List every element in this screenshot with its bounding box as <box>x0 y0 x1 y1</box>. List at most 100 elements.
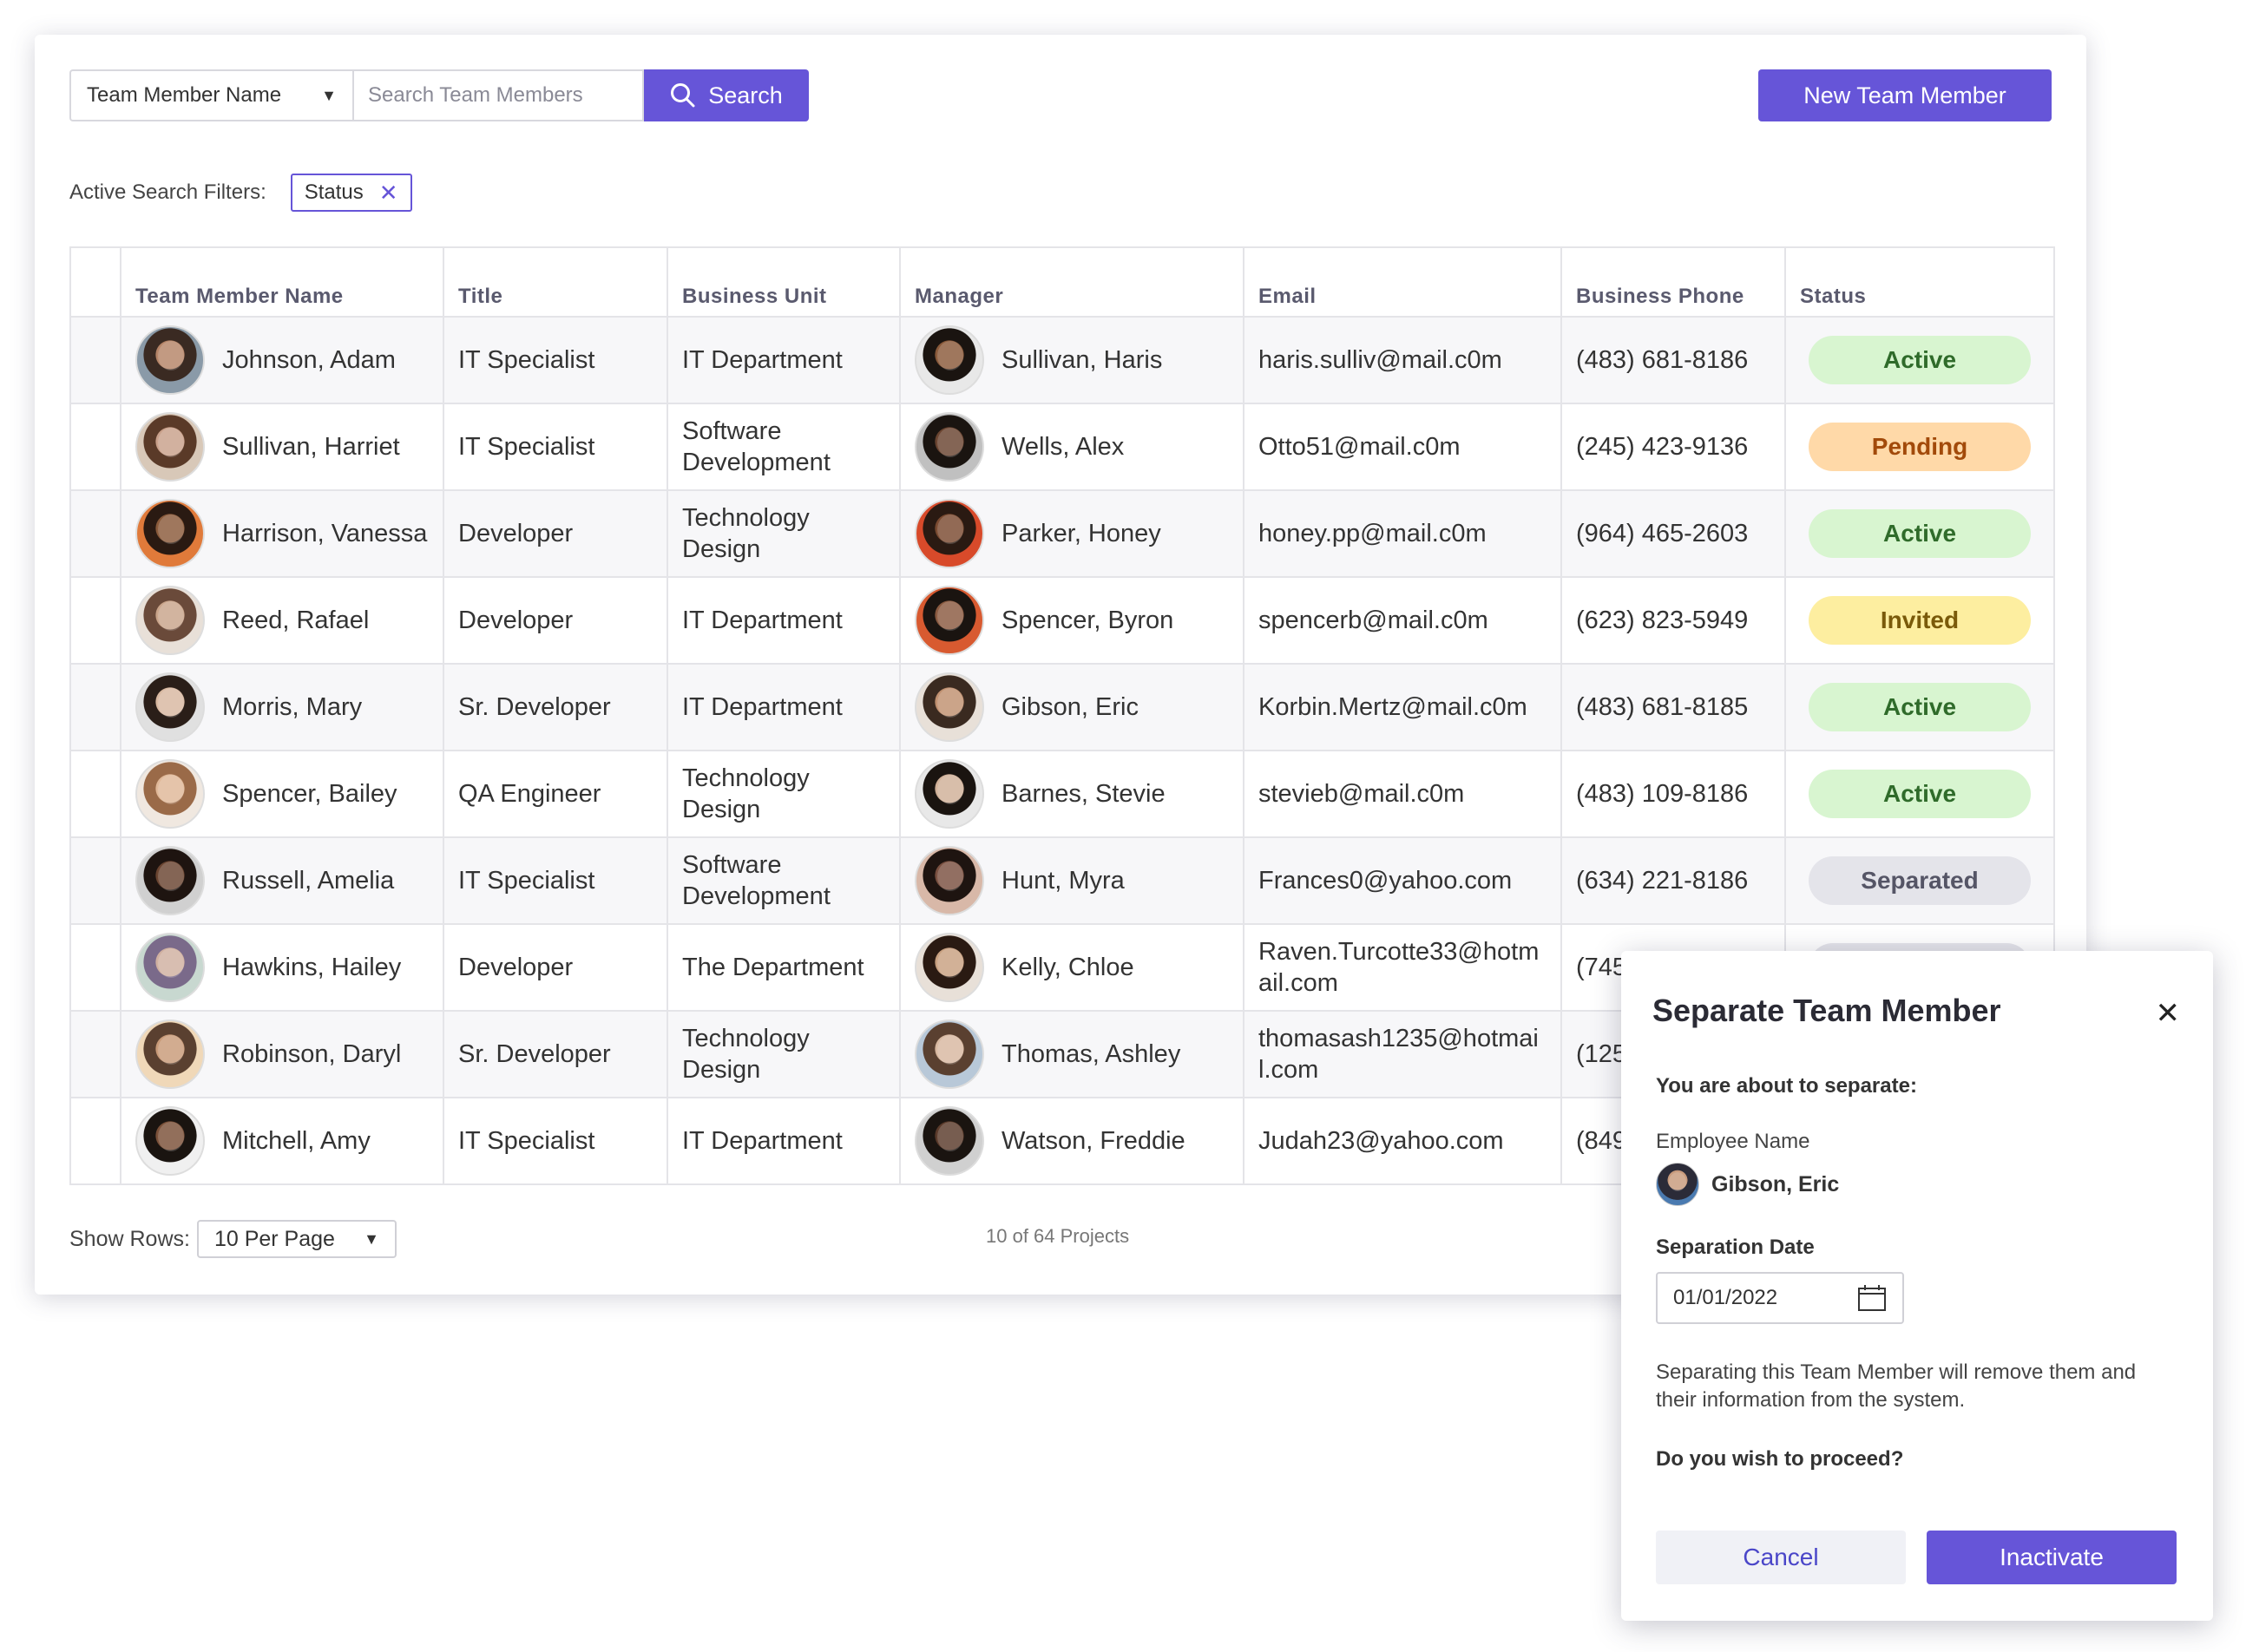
title-cell: Developer <box>443 489 668 578</box>
row-select-cell[interactable] <box>69 403 121 491</box>
member-name[interactable]: Spencer, Bailey <box>222 778 397 810</box>
phone-cell: (245) 423-9136 <box>1560 403 1786 491</box>
avatar <box>915 499 984 568</box>
phone-cell: (964) 465-2603 <box>1560 489 1786 578</box>
title-cell: Developer <box>443 923 668 1012</box>
row-select-cell[interactable] <box>69 1010 121 1098</box>
separation-date-field[interactable]: 01/01/2022 <box>1656 1272 1904 1324</box>
email-cell: honey.pp@mail.c0m <box>1243 489 1562 578</box>
manager-name: Gibson, Eric <box>1002 693 1139 721</box>
separate-team-member-dialog: Separate Team Member ✕ You are about to … <box>1621 951 2213 1621</box>
dialog-subtitle: You are about to separate: <box>1656 1074 1917 1098</box>
new-team-member-button[interactable]: New Team Member <box>1758 69 2052 121</box>
show-rows-label: Show Rows: <box>69 1226 190 1251</box>
filter-chip-status[interactable]: Status ✕ <box>290 174 412 212</box>
row-select-cell[interactable] <box>69 663 121 751</box>
filter-chip-label: Status <box>304 180 364 204</box>
title-cell: QA Engineer <box>443 750 668 838</box>
member-name[interactable]: Morris, Mary <box>222 692 362 723</box>
row-select-cell[interactable] <box>69 923 121 1012</box>
separation-date-value: 01/01/2022 <box>1673 1286 1778 1309</box>
member-cell: Russell, Amelia <box>120 836 444 925</box>
member-cell: Mitchell, Amy <box>120 1097 444 1185</box>
cancel-button[interactable]: Cancel <box>1656 1531 1906 1584</box>
table-row[interactable]: Sullivan, Harriet IT Specialist Software D… <box>69 403 2055 491</box>
email-cell: Judah23@yahoo.com <box>1243 1097 1562 1185</box>
manager-name: Thomas, Ashley <box>1002 1040 1181 1068</box>
member-name[interactable]: Russell, Amelia <box>222 865 394 896</box>
search-button[interactable]: Search <box>644 69 809 121</box>
manager-cell: Sullivan, Haris <box>899 316 1244 404</box>
column-header-manager[interactable]: Manager <box>899 246 1244 318</box>
avatar <box>135 325 205 395</box>
column-header-name[interactable]: Team Member Name <box>120 246 444 318</box>
member-cell: Harrison, Vanessa <box>120 489 444 578</box>
table-row[interactable]: Johnson, Adam IT Specialist IT Department S… <box>69 316 2055 404</box>
rows-per-page: Show Rows: 10 Per Page ▼ <box>69 1220 397 1258</box>
avatar <box>915 846 984 915</box>
member-name[interactable]: Harrison, Vanessa <box>222 518 427 549</box>
search-input[interactable] <box>352 69 644 121</box>
phone-cell: (634) 221-8186 <box>1560 836 1786 925</box>
employee: Gibson, Eric <box>1656 1163 1839 1206</box>
row-select-cell[interactable] <box>69 316 121 404</box>
column-header-email[interactable]: Email <box>1243 246 1562 318</box>
email-cell: thomasash1235@hotmail.com <box>1243 1010 1562 1098</box>
close-icon[interactable]: ✕ <box>2156 996 2181 1031</box>
manager-name: Wells, Alex <box>1002 433 1125 461</box>
remove-filter-icon[interactable]: ✕ <box>379 181 398 204</box>
column-header-phone[interactable]: Business Phone <box>1560 246 1786 318</box>
avatar <box>135 499 205 568</box>
member-name[interactable]: Mitchell, Amy <box>222 1125 371 1157</box>
avatar <box>915 672 984 742</box>
member-cell: Reed, Rafael <box>120 576 444 665</box>
manager-cell: Parker, Honey <box>899 489 1244 578</box>
business-unit-cell: The Department <box>667 923 901 1012</box>
business-unit-cell: Technology Design <box>667 489 901 578</box>
column-header-title[interactable]: Title <box>443 246 668 318</box>
avatar <box>135 933 205 1002</box>
title-cell: IT Specialist <box>443 403 668 491</box>
member-name[interactable]: Robinson, Daryl <box>222 1039 401 1070</box>
table-row[interactable]: Morris, Mary Sr. Developer IT Department Gi… <box>69 663 2055 751</box>
column-header-status[interactable]: Status <box>1784 246 2055 318</box>
avatar <box>915 586 984 655</box>
search-toolbar: Team Member Name ▼ Search <box>69 69 809 121</box>
status-badge: Active <box>1809 336 2031 384</box>
search-field-select[interactable]: Team Member Name ▼ <box>69 69 352 121</box>
row-select-cell[interactable] <box>69 836 121 925</box>
email-cell: spencerb@mail.c0m <box>1243 576 1562 665</box>
manager-name: Hunt, Myra <box>1002 867 1125 895</box>
avatar <box>135 1106 205 1176</box>
rows-per-page-select[interactable]: 10 Per Page ▼ <box>196 1220 397 1258</box>
table-row[interactable]: Reed, Rafael Developer IT Department Spence… <box>69 576 2055 665</box>
business-unit-cell: Technology Design <box>667 750 901 838</box>
calendar-icon[interactable] <box>1857 1284 1887 1312</box>
table-row[interactable]: Russell, Amelia IT Specialist Software Dev… <box>69 836 2055 925</box>
row-select-cell[interactable] <box>69 1097 121 1185</box>
member-name[interactable]: Hawkins, Hailey <box>222 952 401 983</box>
email-cell: Otto51@mail.c0m <box>1243 403 1562 491</box>
manager-cell: Hunt, Myra <box>899 836 1244 925</box>
separation-warning: Separating this Team Member will remove … <box>1656 1360 2137 1412</box>
table-row[interactable]: Spencer, Bailey QA Engineer Technology Des… <box>69 750 2055 838</box>
member-name[interactable]: Johnson, Adam <box>222 344 396 376</box>
active-filters: Active Search Filters: Status ✕ <box>69 174 412 212</box>
member-cell: Sullivan, Harriet <box>120 403 444 491</box>
row-select-cell[interactable] <box>69 576 121 665</box>
manager-name: Sullivan, Haris <box>1002 346 1163 374</box>
inactivate-button[interactable]: Inactivate <box>1927 1531 2177 1584</box>
email-cell: stevieb@mail.c0m <box>1243 750 1562 838</box>
member-name[interactable]: Sullivan, Harriet <box>222 431 400 462</box>
manager-cell: Thomas, Ashley <box>899 1010 1244 1098</box>
row-select-cell[interactable] <box>69 750 121 838</box>
status-cell: Active <box>1784 750 2055 838</box>
email-cell: haris.sulliv@mail.c0m <box>1243 316 1562 404</box>
column-header-business-unit[interactable]: Business Unit <box>667 246 901 318</box>
row-select-cell[interactable] <box>69 489 121 578</box>
separation-date-label: Separation Date <box>1656 1236 1815 1259</box>
business-unit-cell: Software Development <box>667 836 901 925</box>
phone-cell: (623) 823-5949 <box>1560 576 1786 665</box>
member-name[interactable]: Reed, Rafael <box>222 605 369 636</box>
table-row[interactable]: Harrison, Vanessa Developer Technology Des… <box>69 489 2055 578</box>
